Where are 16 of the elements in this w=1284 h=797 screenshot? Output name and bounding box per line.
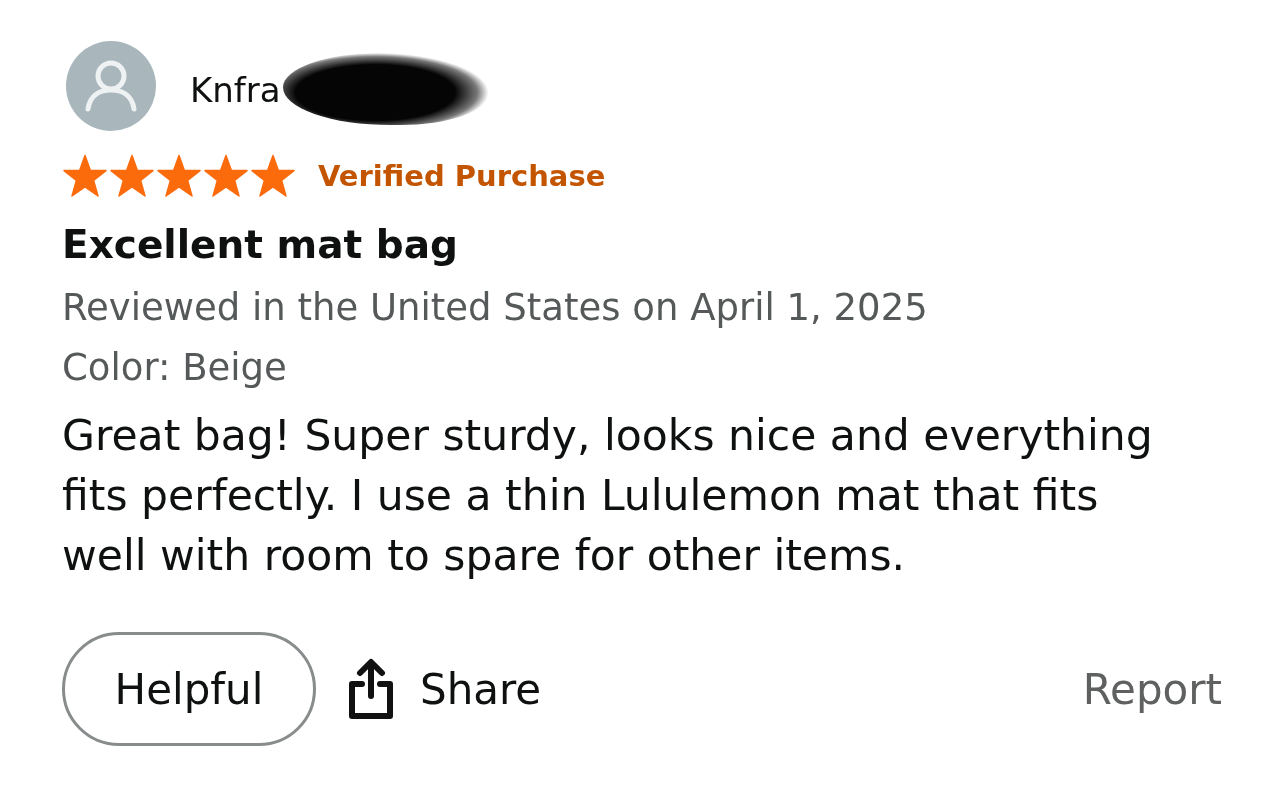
verified-purchase-label: Verified Purchase [318,159,606,193]
star-icon [156,154,202,198]
star-icon [250,154,296,198]
star-icon [62,154,108,198]
review-title: Excellent mat bag [62,221,459,269]
helpful-button[interactable]: Helpful [62,632,316,746]
review-date: Reviewed in the United States on April 1, 2025 [62,286,929,330]
star-icon [109,154,155,198]
review-text: Great bag! Super sturdy, looks nice and everything fits perfectly. I use a thin Lululemon mat that fits well with room to spare for other items. [62,410,1154,582]
share-button[interactable]: Share [346,658,542,720]
report-link[interactable]: Report [1082,664,1222,714]
avatar-icon [66,41,156,131]
reviewer-name[interactable]: Knfra [190,70,281,110]
star-icon [203,154,249,198]
share-icon [346,658,396,720]
product-variant: Color: Beige [62,346,288,390]
